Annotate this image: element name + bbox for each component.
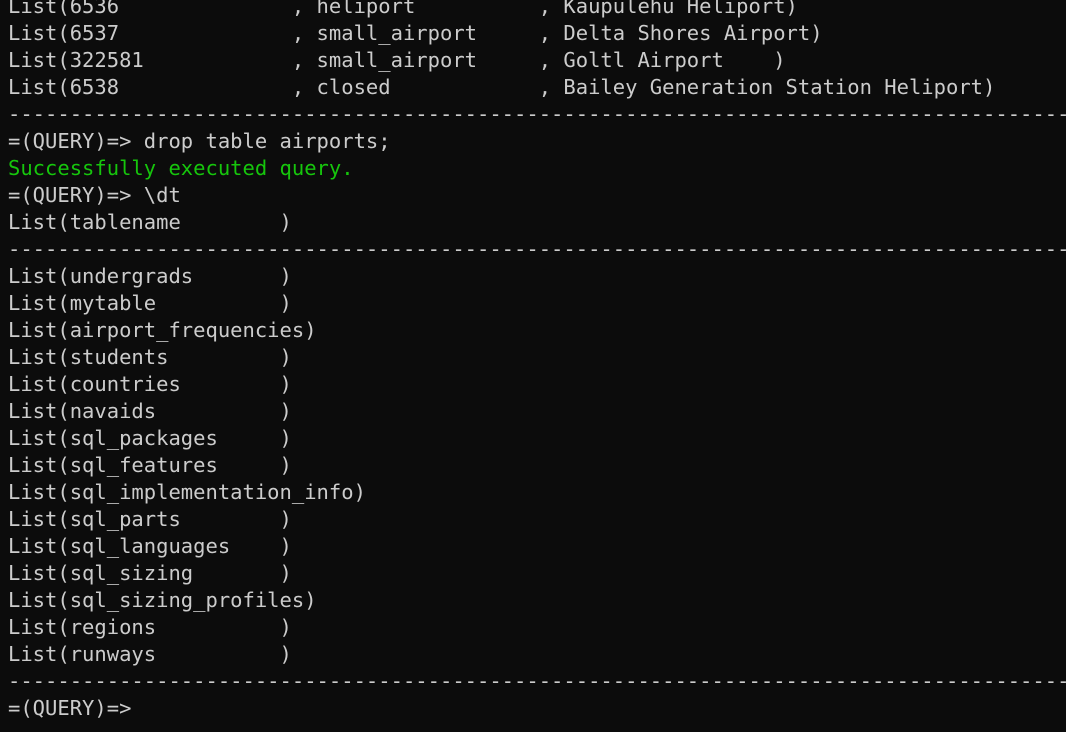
table-row: List(sql_packages )	[8, 426, 292, 450]
dt-header: List(tablename )	[8, 210, 292, 234]
query-prompt[interactable]: =(QUERY)=>	[8, 695, 1066, 722]
table-row: List(countries )	[8, 372, 292, 396]
result-row: List(6536 , heliport , Kaupulehu Helipor…	[8, 0, 798, 18]
table-row: List(sql_languages )	[8, 534, 292, 558]
table-row: List(sql_implementation_info)	[8, 480, 366, 504]
table-row: List(airport_frequencies)	[8, 318, 317, 342]
result-row: List(322581 , small_airport , Goltl Airp…	[8, 48, 786, 72]
table-row: List(sql_parts )	[8, 507, 292, 531]
terminal-window[interactable]: List(6536 , heliport , Kaupulehu Helipor…	[0, 0, 1066, 732]
table-row: List(sql_sizing )	[8, 561, 292, 585]
table-row: List(undergrads )	[8, 264, 292, 288]
separator-line: ----------------------------------------…	[8, 669, 1066, 693]
dt-command: =(QUERY)=> \dt	[8, 183, 181, 207]
separator-line: ----------------------------------------…	[8, 237, 1066, 261]
table-row: List(sql_sizing_profiles)	[8, 588, 317, 612]
terminal-output: List(6536 , heliport , Kaupulehu Helipor…	[8, 0, 1066, 722]
table-row: List(navaids )	[8, 399, 292, 423]
table-row: List(students )	[8, 345, 292, 369]
table-row: List(mytable )	[8, 291, 292, 315]
drop-table-command: =(QUERY)=> drop table airports;	[8, 129, 391, 153]
separator-line: ----------------------------------------…	[8, 102, 1066, 126]
result-row: List(6538 , closed , Bailey Generation S…	[8, 75, 996, 99]
table-row: List(runways )	[8, 642, 292, 666]
table-row: List(sql_features )	[8, 453, 292, 477]
result-row: List(6537 , small_airport , Delta Shores…	[8, 21, 823, 45]
table-row: List(regions )	[8, 615, 292, 639]
success-message: Successfully executed query.	[8, 156, 354, 180]
